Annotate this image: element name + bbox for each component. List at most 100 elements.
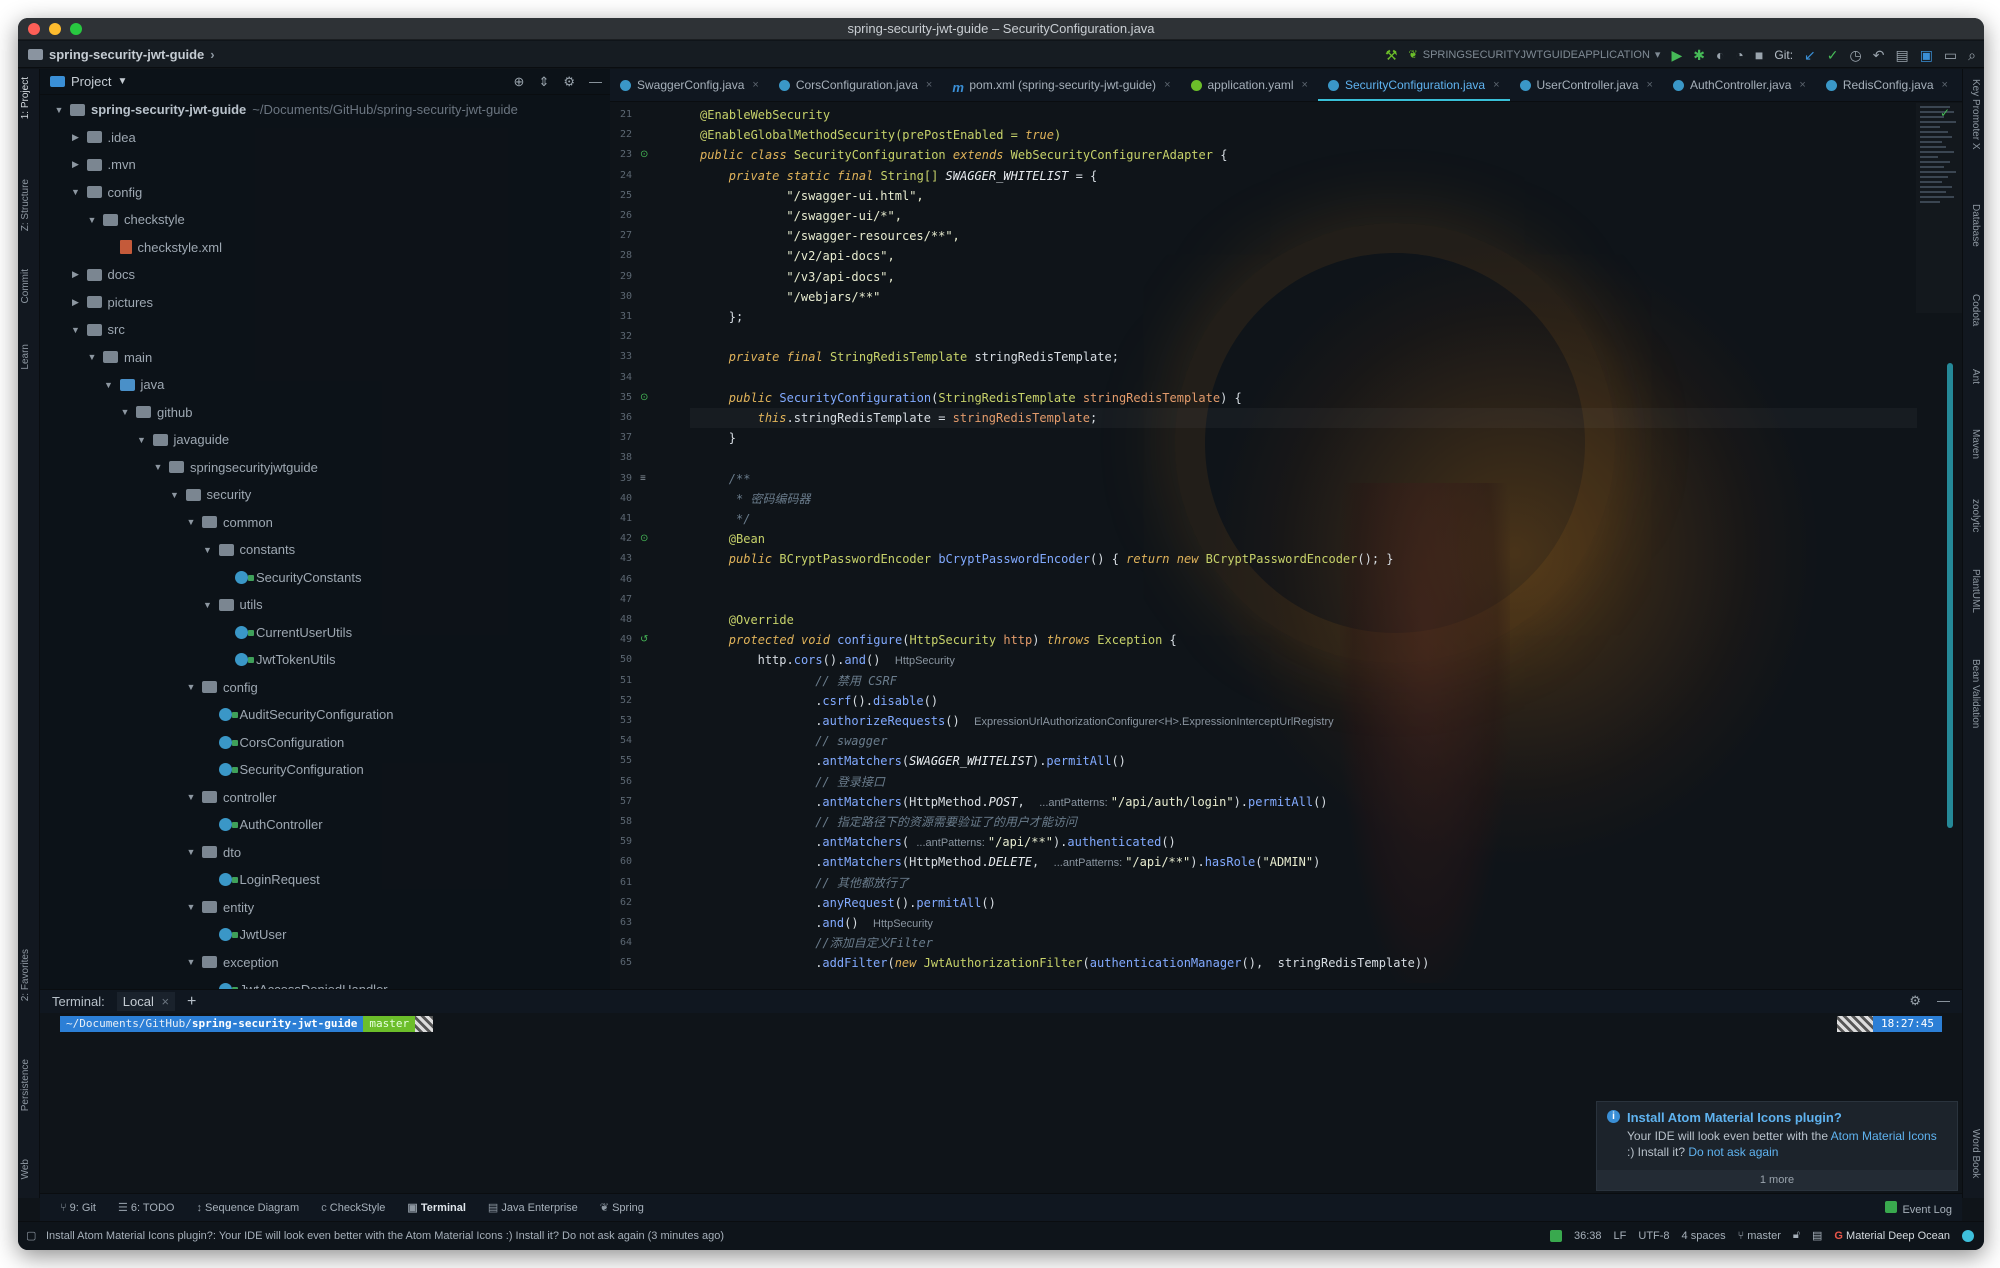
plugin-status-icon[interactable] bbox=[1550, 1229, 1562, 1242]
editor-tab[interactable]: RedisConfig.java × bbox=[1816, 69, 1958, 101]
history-icon[interactable]: ◷ bbox=[1850, 47, 1862, 63]
close-tab-icon[interactable]: × bbox=[1164, 79, 1170, 91]
tree-item[interactable]: JwtAccessDeniedHandler bbox=[40, 976, 610, 989]
tree-item[interactable]: ▼ config bbox=[40, 179, 610, 207]
tree-item[interactable]: ▼ utils bbox=[40, 591, 610, 619]
collapsed-arrow-icon[interactable]: ▶ bbox=[69, 132, 83, 143]
tool-tab-zoolytic[interactable]: zoolytic bbox=[1970, 499, 1981, 532]
expanded-arrow-icon[interactable]: ▼ bbox=[184, 847, 198, 857]
tool-tab-web[interactable]: Web bbox=[20, 1159, 31, 1179]
file-encoding[interactable]: UTF-8 bbox=[1638, 1230, 1669, 1242]
tree-item[interactable]: ▼ controller bbox=[40, 784, 610, 812]
editor-scrollbar[interactable] bbox=[1947, 363, 1953, 828]
tool-tab-word-book[interactable]: Word Book bbox=[1970, 1129, 1981, 1178]
theme-indicator[interactable]: G Material Deep Ocean bbox=[1834, 1230, 1950, 1242]
editor-tab[interactable]: CorsConfiguration.java × bbox=[769, 69, 943, 101]
tool-window-button[interactable]: ▤ Java Enterprise bbox=[488, 1201, 578, 1214]
tree-item[interactable]: ▼ common bbox=[40, 509, 610, 537]
locate-icon[interactable]: ⊕ bbox=[514, 74, 525, 90]
close-window-button[interactable] bbox=[28, 23, 40, 35]
tree-item[interactable]: JwtTokenUtils bbox=[40, 646, 610, 674]
expanded-arrow-icon[interactable]: ▼ bbox=[69, 325, 83, 335]
code-editor[interactable]: 21 22 23 ⊙ 24 25 26 27 28 29 30 31 32 33 34 35 ⊙ 36 37 38 39… bbox=[610, 103, 1962, 989]
tool-tab-project[interactable]: 1: Project bbox=[20, 77, 31, 119]
terminal-tab-local[interactable]: Local × bbox=[116, 992, 176, 1011]
expanded-arrow-icon[interactable]: ▼ bbox=[85, 352, 99, 362]
tree-item[interactable]: ▼ config bbox=[40, 674, 610, 702]
status-circle-icon[interactable] bbox=[1962, 1229, 1974, 1242]
tree-item[interactable]: ▶ pictures bbox=[40, 289, 610, 317]
code-area[interactable]: @EnableWebSecurity @EnableGlobalMethodSec… bbox=[700, 103, 1962, 989]
breadcrumb[interactable]: spring-security-jwt-guide › bbox=[28, 47, 215, 62]
expanded-arrow-icon[interactable]: ▼ bbox=[184, 517, 198, 527]
more-notifications-button[interactable]: 1 more bbox=[1597, 1170, 1957, 1190]
line-separator[interactable]: LF bbox=[1614, 1230, 1627, 1242]
close-tab-icon[interactable]: × bbox=[1302, 79, 1308, 91]
rollback-icon[interactable]: ↶ bbox=[1873, 47, 1885, 63]
tool-tab-favorites[interactable]: 2: Favorites bbox=[20, 949, 31, 1001]
minimize-window-button[interactable] bbox=[49, 23, 61, 35]
tool-window-button[interactable]: ↕ Sequence Diagram bbox=[196, 1202, 299, 1214]
search-icon[interactable]: ⌕ bbox=[1968, 47, 1976, 63]
tree-item[interactable]: CorsConfiguration bbox=[40, 729, 610, 757]
presentation-icon[interactable]: ▭ bbox=[1944, 47, 1957, 63]
inspection-ok-icon[interactable]: ✓ bbox=[1940, 106, 1950, 120]
tree-item[interactable]: ▼ dto bbox=[40, 839, 610, 867]
tree-item[interactable]: AuthController bbox=[40, 811, 610, 839]
tool-window-button[interactable]: ❦ Spring bbox=[600, 1201, 644, 1214]
tree-item[interactable]: ▼ checkstyle bbox=[40, 206, 610, 234]
hide-icon[interactable]: — bbox=[589, 74, 602, 90]
close-tab-icon[interactable]: × bbox=[1493, 79, 1499, 91]
tree-item[interactable]: ▼ exception bbox=[40, 949, 610, 977]
collapsed-arrow-icon[interactable]: ▶ bbox=[69, 269, 83, 280]
tool-tab-structure[interactable]: Z: Structure bbox=[20, 179, 31, 231]
tool-tab-plantuml[interactable]: PlantUML bbox=[1970, 569, 1981, 613]
new-terminal-icon[interactable]: + bbox=[187, 993, 196, 1011]
close-tab-icon[interactable]: × bbox=[1647, 79, 1653, 91]
tool-tab-learn[interactable]: Learn bbox=[20, 344, 31, 370]
memory-icon[interactable]: ▤ bbox=[1812, 1229, 1822, 1242]
do-not-ask-again-link[interactable]: Do not ask again bbox=[1688, 1145, 1778, 1159]
tool-tab-codota[interactable]: Codota bbox=[1970, 294, 1981, 326]
run-configuration-select[interactable]: ❦ SPRINGSECURITYJWTGUIDEAPPLICATION ▾ bbox=[1409, 48, 1661, 62]
expanded-arrow-icon[interactable]: ▼ bbox=[184, 792, 198, 802]
coverage-icon[interactable]: ◐ bbox=[1716, 47, 1724, 63]
atom-material-icons-link[interactable]: Atom Material Icons bbox=[1831, 1129, 1937, 1143]
expanded-arrow-icon[interactable]: ▼ bbox=[69, 187, 83, 197]
gutter-marker-icon[interactable]: ⊙ bbox=[640, 392, 648, 403]
tree-item[interactable]: ▶ docs bbox=[40, 261, 610, 289]
collapsed-arrow-icon[interactable]: ▶ bbox=[69, 297, 83, 308]
tool-tab-ant[interactable]: Ant bbox=[1970, 369, 1981, 384]
collapse-all-icon[interactable]: ⇕ bbox=[538, 74, 549, 90]
zoom-window-button[interactable] bbox=[70, 23, 82, 35]
editor-tab[interactable]: AuthController.java × bbox=[1663, 69, 1816, 101]
gutter-marker-icon[interactable]: ≡ bbox=[640, 473, 646, 484]
debug-icon[interactable]: ✱ bbox=[1693, 47, 1705, 63]
tree-item[interactable]: ▼ springsecurityjwtguide bbox=[40, 454, 610, 482]
expanded-arrow-icon[interactable]: ▼ bbox=[168, 490, 182, 500]
tool-tab-bean-validation[interactable]: Bean Validation bbox=[1970, 659, 1981, 728]
expanded-arrow-icon[interactable]: ▼ bbox=[118, 407, 132, 417]
notification-title[interactable]: Install Atom Material Icons plugin? bbox=[1627, 1110, 1842, 1126]
tree-item[interactable]: SecurityConfiguration bbox=[40, 756, 610, 784]
tool-tab-database[interactable]: Database bbox=[1970, 204, 1981, 247]
tree-item[interactable]: ▼ constants bbox=[40, 536, 610, 564]
tree-item[interactable]: AuditSecurityConfiguration bbox=[40, 701, 610, 729]
gutter-marker-icon[interactable]: ⊙ bbox=[640, 149, 648, 160]
gear-icon[interactable]: ⚙ bbox=[563, 74, 575, 90]
tree-item[interactable]: ▼ src bbox=[40, 316, 610, 344]
tree-item[interactable]: ▼ spring-security-jwt-guide ~/Documents/Gi… bbox=[40, 96, 610, 124]
editor-tab[interactable]: UserController.java × bbox=[1510, 69, 1663, 101]
tree-item[interactable]: ▶ .mvn bbox=[40, 151, 610, 179]
close-tab-icon[interactable]: × bbox=[1799, 79, 1805, 91]
tree-item[interactable]: ▼ entity bbox=[40, 894, 610, 922]
status-square-icon[interactable]: ▢ bbox=[26, 1229, 36, 1242]
close-tab-icon[interactable]: × bbox=[1942, 79, 1948, 91]
editor-tab[interactable]: application.yaml × bbox=[1181, 69, 1318, 101]
code-minimap[interactable] bbox=[1916, 103, 1962, 313]
tool-window-button[interactable]: ▣ Terminal bbox=[407, 1201, 465, 1214]
tool-tab-persistence[interactable]: Persistence bbox=[20, 1059, 31, 1111]
editor-tab[interactable]: SecurityConfiguration.java × bbox=[1317, 69, 1510, 101]
tree-item[interactable]: checkstyle.xml bbox=[40, 234, 610, 262]
project-structure-icon[interactable]: ▤ bbox=[1895, 47, 1908, 63]
